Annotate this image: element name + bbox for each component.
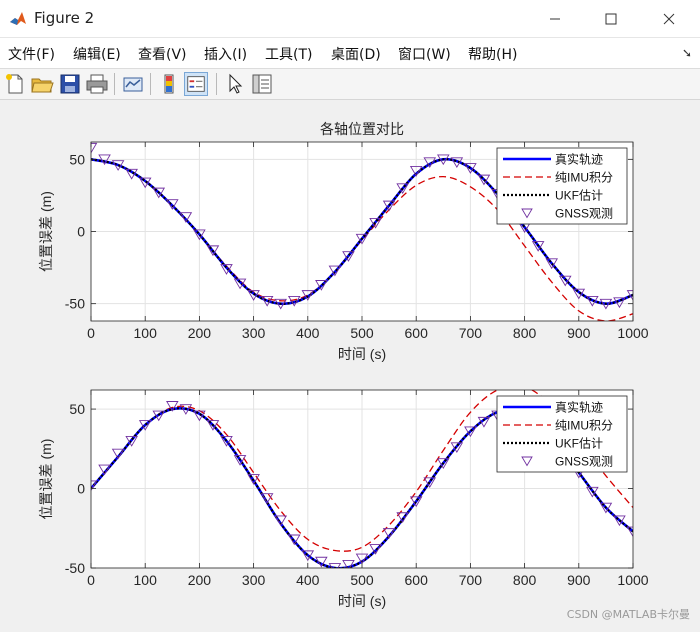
legend-label: UKF估计 (555, 189, 603, 203)
print-icon[interactable] (85, 72, 109, 96)
chart-2: 0 100 200 300 400 500 600 700 800 900 1000-50050时间… (38, 389, 649, 609)
toolbar-separator (150, 73, 151, 95)
x-tick-label: 500 (350, 325, 374, 341)
x-tick-label: 100 (134, 325, 158, 341)
x-tick-label: 400 (296, 572, 320, 588)
menu-help[interactable]: 帮助(H) (468, 44, 517, 64)
dock-arrow-icon[interactable]: ➘ (682, 46, 692, 60)
save-icon[interactable] (58, 72, 82, 96)
x-tick-label: 100 (134, 572, 158, 588)
open-file-icon[interactable] (30, 72, 54, 96)
y-axis-label: 位置误差 (m) (38, 191, 54, 272)
x-tick-label: 700 (459, 325, 483, 341)
close-button[interactable] (646, 0, 692, 37)
close-icon (663, 13, 675, 24)
legend: 真实轨迹纯IMU积分 UKF估计 GNSS观测 (496, 395, 628, 473)
menu-view[interactable]: 查看(V) (138, 44, 187, 64)
minimize-button[interactable] (532, 0, 578, 37)
figure-svg: 0 100 200 300 400 500 600 700 800 900 1000-50050时间… (38, 121, 649, 609)
watermark: CSDN @MATLAB卡尔曼 (566, 608, 690, 621)
legend-label: GNSS观测 (555, 455, 613, 469)
y-tick-label: 50 (69, 151, 85, 167)
x-tick-label: 600 (405, 325, 429, 341)
link-plot-icon[interactable] (121, 72, 145, 96)
x-tick-label: 300 (242, 572, 266, 588)
x-tick-label: 900 (567, 325, 591, 341)
x-tick-label: 500 (350, 572, 374, 588)
legend: 真实轨迹纯IMU积分 UKF估计 GNSS观测 (496, 147, 628, 225)
minimize-icon (550, 18, 560, 19)
insert-colorbar-icon[interactable] (157, 72, 181, 96)
property-inspector-icon[interactable] (250, 72, 274, 96)
figure-canvas: 0 100 200 300 400 500 600 700 800 900 1000 -50 0 50 时间… (0, 100, 700, 628)
x-tick-label: 900 (567, 572, 591, 588)
menu-window[interactable]: 窗口(W) (398, 44, 451, 64)
menu-bar: 文件(F) 编辑(E) 查看(V) 插入(I) 工具(T) 桌面(D) 窗口(W… (0, 38, 700, 69)
new-figure-icon[interactable] (3, 72, 27, 96)
x-tick-label: 800 (513, 572, 537, 588)
title-bar: Figure 2 (0, 0, 700, 38)
legend-label: 真实轨迹 (555, 400, 603, 415)
menu-tools[interactable]: 工具(T) (265, 44, 312, 64)
x-tick-label: 600 (405, 572, 429, 588)
menu-file[interactable]: 文件(F) (8, 44, 55, 64)
legend-label: GNSS观测 (555, 207, 613, 221)
menu-insert[interactable]: 插入(I) (204, 44, 247, 64)
legend-label: UKF估计 (555, 437, 603, 451)
x-tick-label: 1000 (617, 325, 648, 341)
maximize-icon (605, 13, 617, 24)
toolbar-separator (114, 73, 115, 95)
toolbar-separator (216, 73, 217, 95)
x-tick-label: 300 (242, 325, 266, 341)
insert-legend-icon[interactable] (184, 72, 208, 96)
x-tick-label: 200 (188, 572, 212, 588)
chart-1: 0 100 200 300 400 500 600 700 800 900 1000-50050时间… (38, 121, 649, 362)
pointer-icon[interactable] (223, 72, 247, 96)
y-tick-label: 50 (69, 401, 85, 417)
legend-label: 纯IMU积分 (555, 419, 613, 433)
chart-title: 各轴位置对比 (320, 121, 404, 137)
menu-edit[interactable]: 编辑(E) (73, 44, 121, 64)
x-tick-label: 800 (513, 325, 537, 341)
menu-desktop[interactable]: 桌面(D) (331, 44, 381, 64)
maximize-button[interactable] (588, 0, 634, 37)
x-tick-label: 700 (459, 572, 483, 588)
x-tick-label: 0 (87, 325, 95, 341)
x-tick-label: 1000 (617, 572, 648, 588)
y-tick-label: 0 (77, 224, 85, 240)
x-tick-label: 400 (296, 325, 320, 341)
x-axis-label: 时间 (s) (338, 346, 386, 362)
legend-label: 真实轨迹 (555, 152, 603, 167)
x-tick-label: 200 (188, 325, 212, 341)
window-title: Figure 2 (34, 9, 95, 27)
y-tick-label: -50 (65, 296, 85, 312)
legend-label: 纯IMU积分 (555, 171, 613, 185)
matlab-app-icon (9, 10, 27, 28)
x-axis-label: 时间 (s) (338, 593, 386, 609)
toolbar (0, 69, 700, 100)
y-tick-label: 0 (77, 481, 85, 497)
y-axis-label: 位置误差 (m) (38, 439, 54, 520)
y-tick-label: -50 (65, 560, 85, 576)
x-tick-label: 0 (87, 572, 95, 588)
